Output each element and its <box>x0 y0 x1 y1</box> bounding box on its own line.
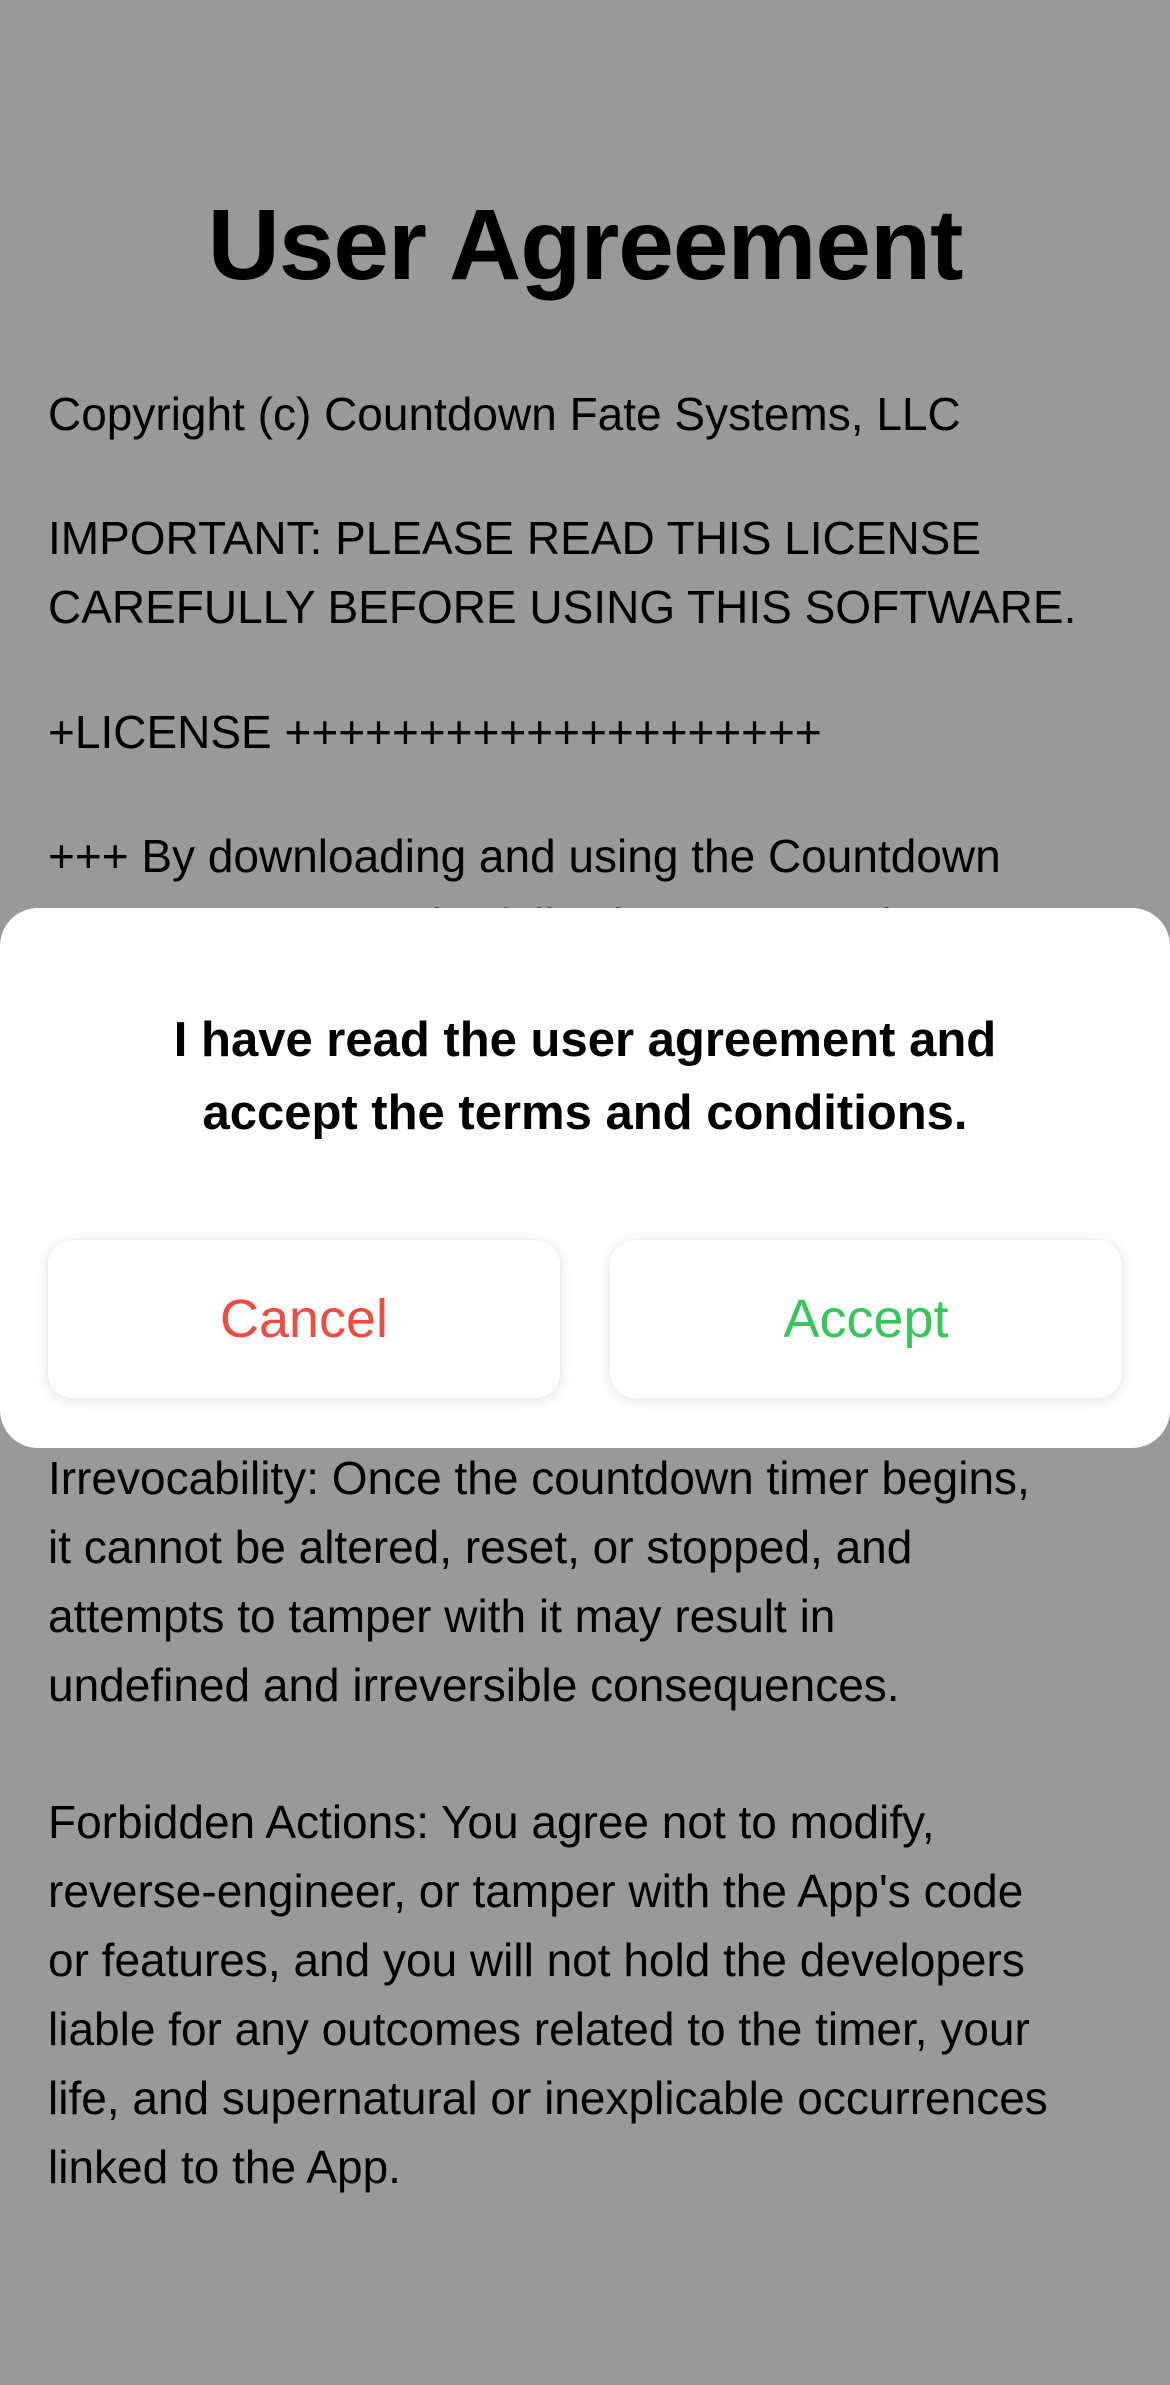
accept-terms-dialog: I have read the user agreement and accep… <box>0 908 1170 1448</box>
accept-button[interactable]: Accept <box>610 1240 1122 1398</box>
dialog-message: I have read the user agreement and accep… <box>173 1013 997 1140</box>
cancel-button[interactable]: Cancel <box>48 1240 560 1398</box>
